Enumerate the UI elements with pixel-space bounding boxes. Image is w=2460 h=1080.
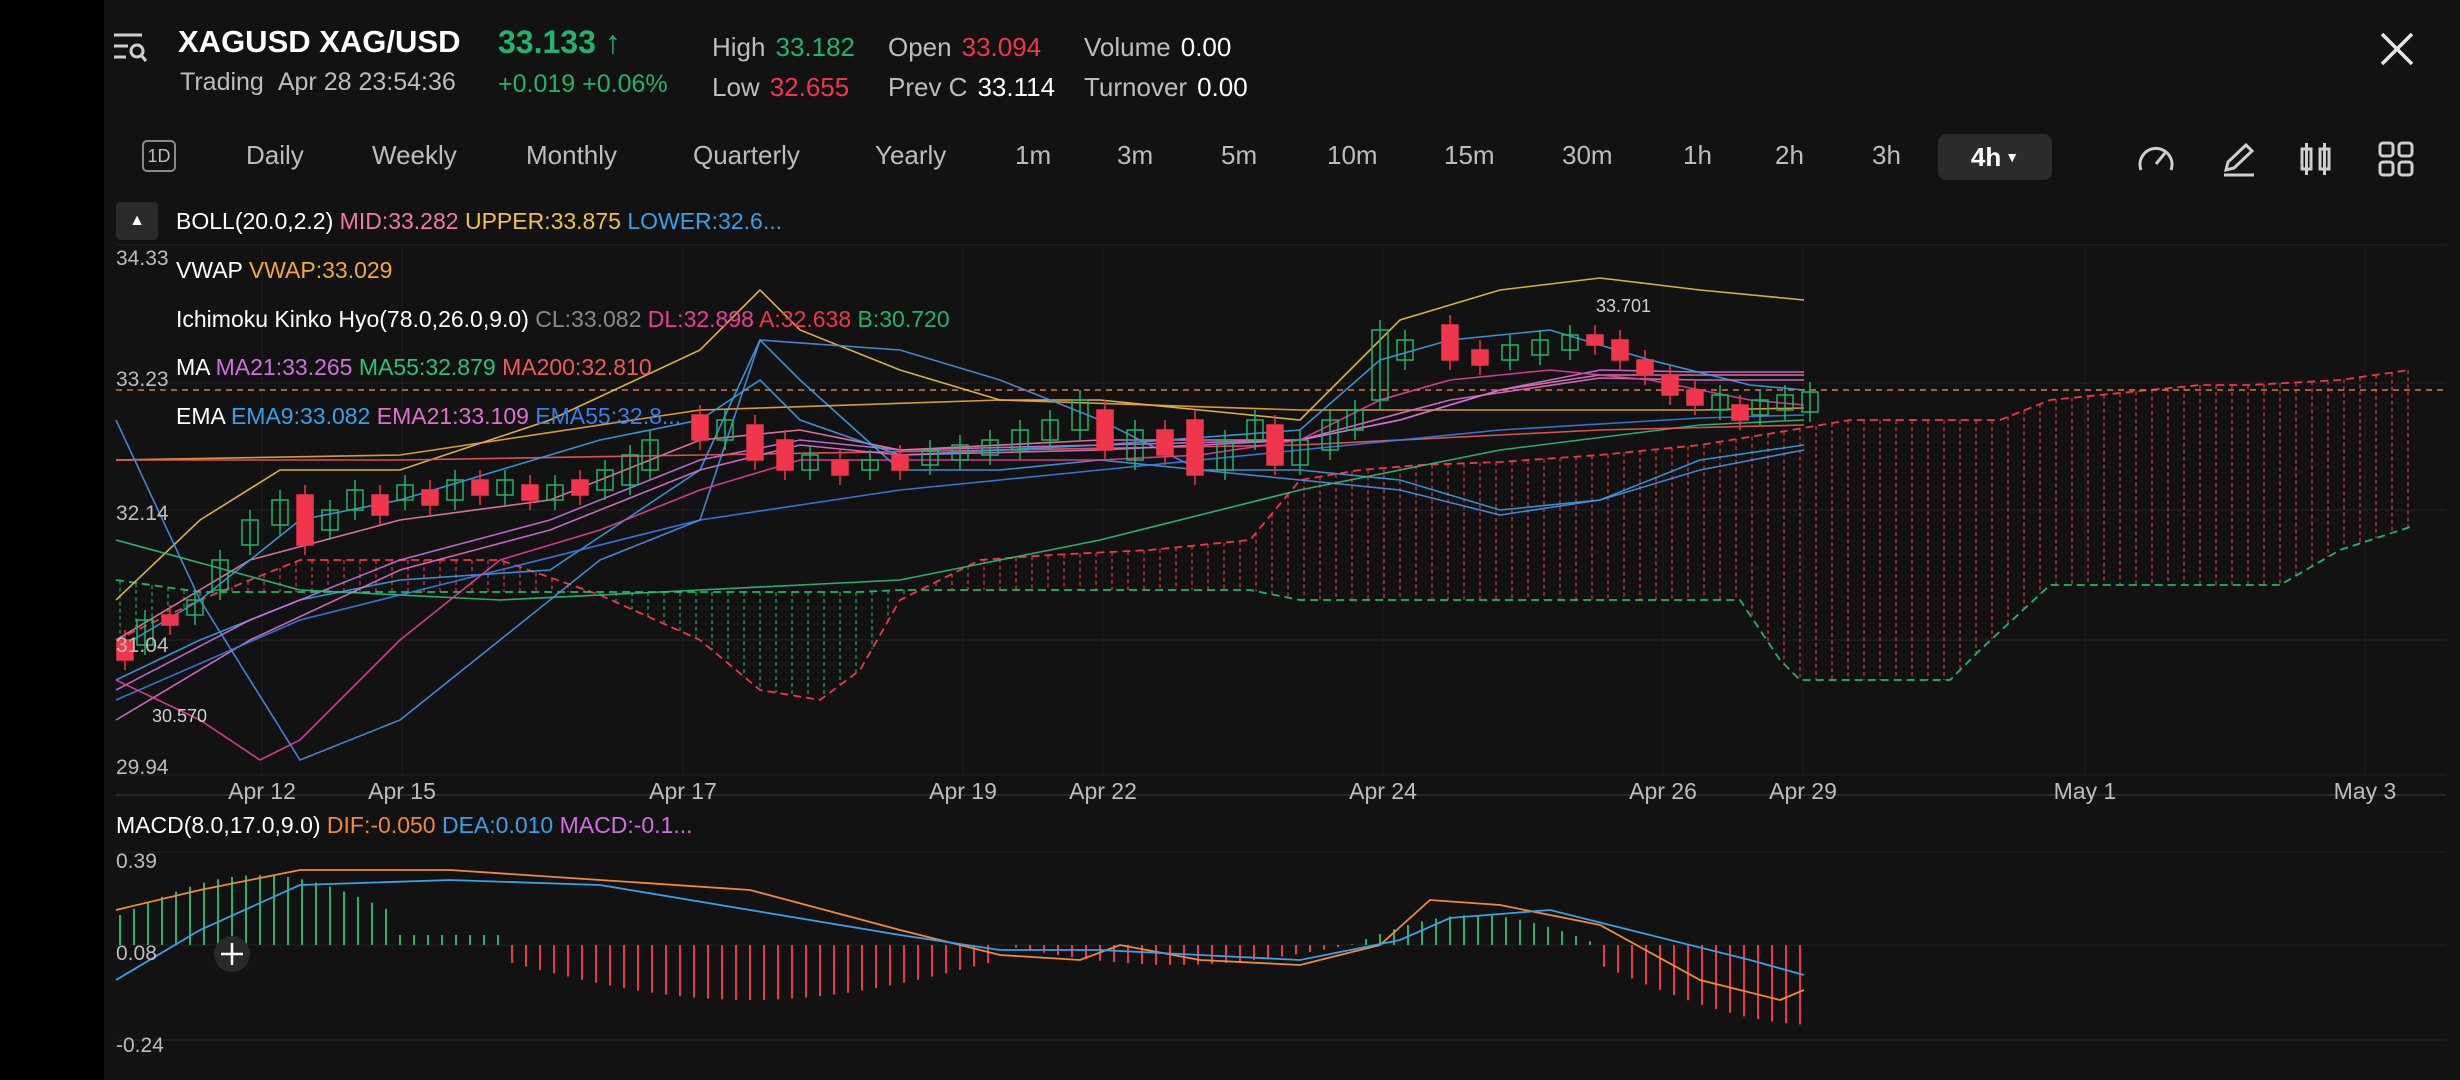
x-tick-label: Apr 19 (929, 778, 997, 804)
collapse-indicators-button[interactable]: ▲ (116, 202, 158, 240)
candle-body (1156, 429, 1174, 456)
candle-body (371, 494, 389, 516)
x-tick-label: May 1 (2053, 778, 2117, 804)
candle-body (1611, 339, 1629, 361)
crosshair-icon[interactable] (214, 936, 250, 972)
x-tick-label: Apr 29 (1769, 778, 1837, 804)
candle-body (1586, 334, 1604, 346)
x-tick-label: May 3 (2333, 778, 2397, 804)
macd-y-tick: -0.24 (116, 1034, 164, 1057)
candle-body (1471, 349, 1489, 366)
candle-body (1731, 404, 1749, 421)
candle-body (1266, 424, 1284, 466)
macd-y-tick: 0.08 (116, 942, 157, 965)
candle-body (1686, 389, 1704, 406)
candle-body (161, 614, 179, 626)
candle-body (891, 454, 909, 471)
x-tick-label: Apr 26 (1629, 778, 1697, 804)
legend-ma: MA MA21:33.265 MA55:32.879 MA200:32.810 (176, 354, 652, 380)
x-tick-label: Apr 12 (228, 778, 296, 804)
y-tick-label: 32.14 (116, 502, 169, 525)
x-tick-label: Apr 24 (1349, 778, 1417, 804)
candle-body (1096, 409, 1114, 451)
candle-body (471, 479, 489, 496)
x-tick-label: Apr 15 (368, 778, 436, 804)
candle-body (1636, 359, 1654, 376)
candle-body (1661, 374, 1679, 396)
y-tick-label: 31.04 (116, 634, 169, 657)
legend-boll: BOLL(20.0,2.2) MID:33.282 UPPER:33.875 L… (176, 208, 782, 234)
macd-y-tick: 0.39 (116, 850, 157, 873)
y-tick-label: 29.94 (116, 756, 169, 779)
candle-body (776, 439, 794, 471)
candle-body (521, 484, 539, 501)
candle-body (571, 479, 589, 496)
legend-ichimoku: Ichimoku Kinko Hyo(78.0,26.0,9.0) CL:33.… (176, 306, 950, 332)
ichimoku-span-b (115, 526, 2411, 681)
macd-dif-line (115, 869, 1805, 1001)
candle-body (746, 424, 764, 461)
y-tick-label: 33.23 (116, 368, 169, 391)
high-annotation: 33.701 (1596, 296, 1652, 316)
candle-body (1186, 419, 1204, 476)
candle-body (421, 489, 439, 506)
candle-body (296, 494, 314, 546)
price-chart[interactable] (0, 0, 2460, 1080)
low-annotation: 30.570 (152, 706, 208, 726)
x-tick-label: Apr 17 (649, 778, 717, 804)
candle-body (691, 414, 709, 441)
legend-ema: EMA EMA9:33.082 EMA21:33.109 EMA55:32.8.… (176, 403, 682, 429)
legend-vwap: VWAP VWAP:33.029 (176, 257, 393, 283)
candle-body (1441, 324, 1459, 361)
y-tick-label: 34.33 (116, 247, 169, 270)
x-tick-label: Apr 22 (1069, 778, 1137, 804)
candle-body (831, 459, 849, 476)
legend-macd: MACD(8.0,17.0,9.0) DIF:-0.050 DEA:0.010 … (116, 812, 693, 838)
